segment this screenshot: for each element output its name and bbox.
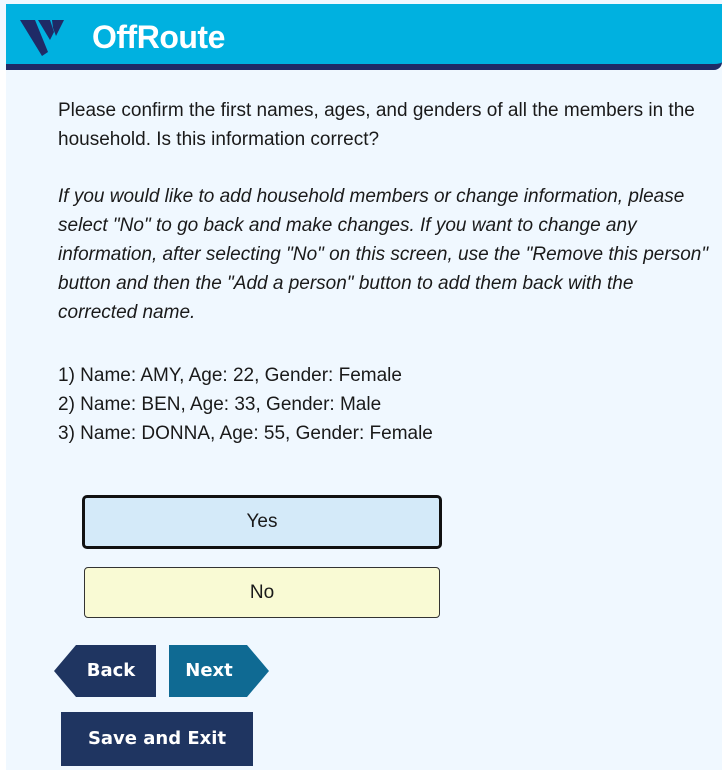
no-option-button[interactable]: No	[84, 567, 440, 618]
offroute-logo-icon	[20, 20, 64, 56]
member-item: 1) Name: AMY, Age: 22, Gender: Female	[58, 365, 402, 386]
next-button[interactable]: Next	[169, 645, 269, 697]
member-item: 2) Name: BEN, Age: 33, Gender: Male	[58, 394, 382, 415]
right-edge	[722, 0, 726, 770]
next-button-label: Next	[185, 660, 233, 681]
household-members-list: 1) Name: AMY, Age: 22, Gender: Female 2)…	[58, 361, 698, 448]
back-button-label: Back	[86, 660, 136, 681]
survey-page: OffRoute Please confirm the first names,…	[0, 0, 726, 770]
app-header: OffRoute	[6, 4, 722, 70]
brand-title: OffRoute	[92, 19, 225, 55]
save-and-exit-button[interactable]: Save and Exit	[61, 712, 253, 766]
back-button[interactable]: Back	[54, 645, 156, 697]
confirmation-question: Please confirm the first names, ages, an…	[58, 100, 695, 150]
yes-option-button[interactable]: Yes	[82, 495, 442, 549]
left-edge	[0, 70, 6, 770]
instructions-text: If you would like to add household membe…	[58, 186, 709, 323]
member-item: 3) Name: DONNA, Age: 55, Gender: Female	[58, 423, 433, 444]
